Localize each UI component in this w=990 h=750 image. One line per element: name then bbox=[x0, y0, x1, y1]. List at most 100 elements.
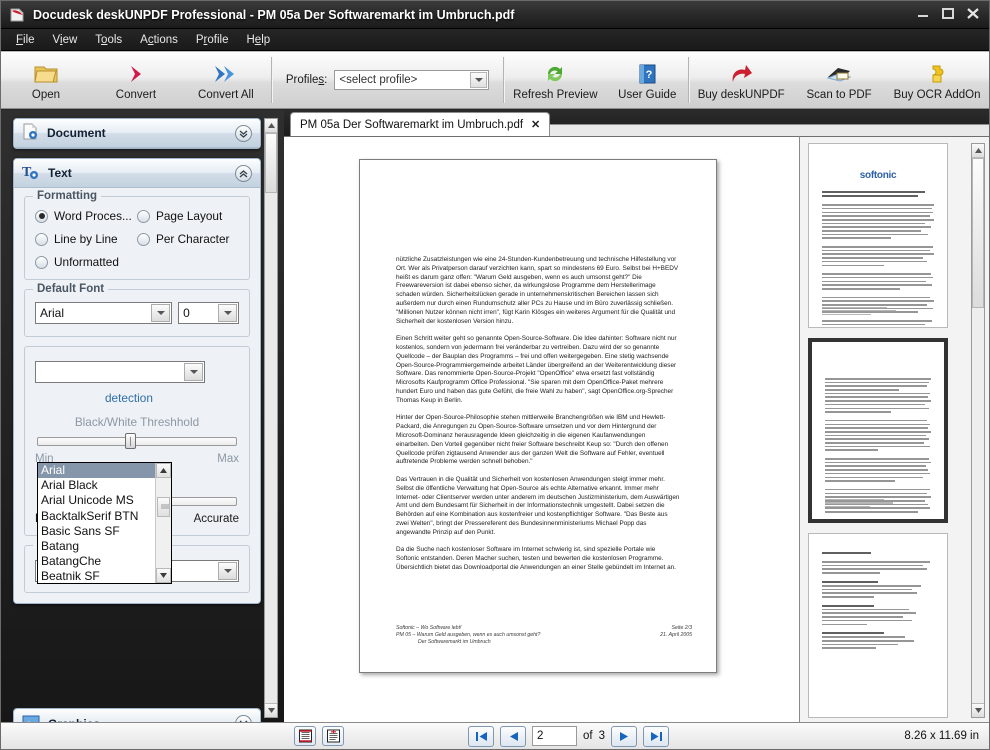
font-dropdown-scrollbar[interactable] bbox=[155, 463, 171, 583]
buy-deskunpdf-button[interactable]: Buy deskUNPDF bbox=[689, 52, 793, 108]
font-option-beatnik-sf[interactable]: Beatnik SF bbox=[38, 569, 155, 584]
formatting-legend: Formatting bbox=[33, 190, 102, 202]
buy-ocr-addon-button[interactable]: Buy OCR AddOn bbox=[885, 52, 989, 108]
scroll-up-icon[interactable] bbox=[972, 144, 984, 158]
menu-item-file[interactable]: File bbox=[7, 32, 44, 48]
chevron-double-down-icon[interactable] bbox=[235, 715, 252, 722]
chevron-down-icon[interactable] bbox=[151, 304, 171, 322]
ocr-speed-max-label: Accurate bbox=[193, 513, 239, 525]
scan-to-pdf-button[interactable]: Scan to PDF bbox=[793, 52, 885, 108]
font-option-basic-sans-sf[interactable]: Basic Sans SF bbox=[38, 524, 155, 539]
thumbnail-content bbox=[809, 534, 947, 649]
thumbnail-page-3[interactable] bbox=[808, 533, 948, 718]
radio-unformatted[interactable]: Unformatted bbox=[35, 255, 137, 269]
font-option-arial-black[interactable]: Arial Black bbox=[38, 478, 155, 493]
tab-label: PM 05a Der Softwaremarkt im Umbruch.pdf bbox=[300, 118, 524, 131]
font-option-backtalkserif-btn[interactable]: BacktalkSerif BTN bbox=[38, 509, 155, 524]
radio-word-processing[interactable]: Word Proces... bbox=[35, 209, 137, 223]
thumbnail-scrollbar[interactable] bbox=[971, 143, 985, 718]
tab-current-document[interactable]: PM 05a Der Softwaremarkt im Umbruch.pdf … bbox=[290, 112, 551, 136]
refresh-preview-button[interactable]: Refresh Preview bbox=[504, 52, 606, 108]
radio-page-layout[interactable]: Page Layout bbox=[137, 209, 239, 223]
scroll-up-icon[interactable] bbox=[156, 463, 171, 478]
thumbnail-page-1[interactable]: softonic bbox=[808, 143, 948, 328]
section-header-text[interactable]: T Text bbox=[14, 159, 260, 188]
font-option-arial[interactable]: Arial bbox=[38, 463, 155, 479]
menu-item-view[interactable]: View bbox=[44, 32, 87, 48]
profiles-combobox[interactable]: <select profile> bbox=[334, 70, 490, 90]
minimize-icon[interactable] bbox=[915, 5, 931, 21]
slider-thumb[interactable] bbox=[125, 433, 136, 449]
formatting-radios: Word Proces... Page Layout Line by Line bbox=[35, 209, 239, 269]
paragraph: Hinter der Open-Source-Philosophie stehe… bbox=[396, 414, 669, 466]
last-page-button[interactable] bbox=[643, 725, 669, 747]
detection-checkbox-row[interactable]: detection bbox=[35, 391, 239, 405]
paragraph: nützliche Zusatzleistungen wie eine 24-S… bbox=[396, 256, 679, 325]
scroll-down-icon[interactable] bbox=[972, 703, 984, 717]
close-icon[interactable]: ✕ bbox=[531, 118, 540, 131]
section-header-graphics[interactable]: Graphics bbox=[14, 709, 260, 722]
default-font-group: Default Font Arial 0 bbox=[24, 283, 250, 337]
menu-item-tools[interactable]: Tools bbox=[86, 32, 131, 48]
radio-label: Line by Line bbox=[54, 232, 118, 246]
convert-label: Convert bbox=[115, 88, 157, 101]
scroll-down-icon[interactable] bbox=[156, 568, 171, 583]
detection-label: detection bbox=[105, 391, 153, 405]
page-preview[interactable]: nützliche Zusatzleistungen wie eine 24-S… bbox=[284, 136, 799, 722]
user-guide-button[interactable]: ? User Guide bbox=[606, 52, 688, 108]
radio-line-by-line[interactable]: Line by Line bbox=[35, 232, 137, 246]
first-page-button[interactable] bbox=[468, 725, 494, 747]
font-name-combobox[interactable]: Arial bbox=[35, 302, 173, 324]
open-button[interactable]: Open bbox=[1, 52, 91, 108]
scroll-down-icon[interactable] bbox=[265, 703, 277, 717]
menu-item-profile[interactable]: Profile bbox=[187, 32, 238, 48]
red-arrow-icon bbox=[727, 60, 755, 86]
maximize-icon[interactable] bbox=[940, 5, 956, 21]
convert-all-button[interactable]: Convert All bbox=[181, 52, 271, 108]
chevron-double-up-icon[interactable] bbox=[235, 164, 252, 182]
page-nav-group: 2 of 3 bbox=[468, 725, 669, 747]
thumbnail-footer bbox=[822, 306, 934, 317]
font-row: Arial 0 bbox=[35, 302, 239, 324]
continuous-view-button[interactable] bbox=[294, 726, 316, 746]
scrollbar-thumb[interactable] bbox=[157, 497, 170, 517]
thumbnail-footer bbox=[825, 498, 931, 509]
convert-all-label: Convert All bbox=[198, 88, 254, 101]
chevron-down-icon[interactable] bbox=[184, 363, 203, 381]
sidebar-section-graphics[interactable]: Graphics bbox=[13, 708, 261, 722]
single-page-view-button[interactable] bbox=[322, 726, 344, 746]
section-title-document: Document bbox=[47, 126, 106, 140]
chevron-down-icon[interactable] bbox=[470, 72, 488, 88]
radio-label: Page Layout bbox=[156, 209, 223, 223]
font-dropdown-list[interactable]: Arial Arial Black Arial Unicode MS Backt… bbox=[37, 462, 172, 584]
scrollbar-thumb[interactable] bbox=[972, 158, 984, 308]
chevron-double-down-icon[interactable] bbox=[235, 124, 252, 142]
thumbnail-page-2[interactable] bbox=[808, 338, 948, 523]
radio-per-character[interactable]: Per Character bbox=[137, 232, 239, 246]
convert-button[interactable]: Convert bbox=[91, 52, 181, 108]
sidebar-section-document[interactable]: Document bbox=[13, 118, 261, 149]
footer-line-2: PM 05 – Warum Geld ausgeben, wenn es auc… bbox=[396, 632, 541, 638]
menu-item-actions[interactable]: Actions bbox=[131, 32, 187, 48]
chevron-down-icon[interactable] bbox=[218, 562, 237, 580]
menu-item-help[interactable]: Help bbox=[237, 32, 279, 48]
font-option-batangche[interactable]: BatangChe bbox=[38, 554, 155, 569]
page-number-input[interactable]: 2 bbox=[532, 726, 577, 746]
scan-to-pdf-label: Scan to PDF bbox=[806, 88, 872, 101]
of-label: of bbox=[583, 730, 593, 742]
sidebar-scrollbar[interactable] bbox=[264, 118, 278, 718]
section-header-document[interactable]: Document bbox=[14, 119, 260, 148]
close-icon[interactable] bbox=[965, 5, 981, 21]
next-page-button[interactable] bbox=[611, 725, 637, 747]
previous-page-button[interactable] bbox=[500, 725, 526, 747]
threshold-slider[interactable] bbox=[37, 433, 237, 449]
chevron-down-icon[interactable] bbox=[218, 304, 237, 322]
page-text: nützliche Zusatzleistungen wie eine 24-S… bbox=[396, 256, 680, 573]
font-option-batang[interactable]: Batang bbox=[38, 539, 155, 554]
font-size-combobox[interactable]: 0 bbox=[178, 302, 239, 324]
scrollbar-thumb[interactable] bbox=[265, 133, 277, 193]
ocr-option-combobox[interactable] bbox=[35, 361, 205, 383]
pdf-page: nützliche Zusatzleistungen wie eine 24-S… bbox=[359, 159, 717, 673]
font-option-arial-unicode-ms[interactable]: Arial Unicode MS bbox=[38, 493, 155, 508]
scroll-up-icon[interactable] bbox=[265, 119, 277, 133]
